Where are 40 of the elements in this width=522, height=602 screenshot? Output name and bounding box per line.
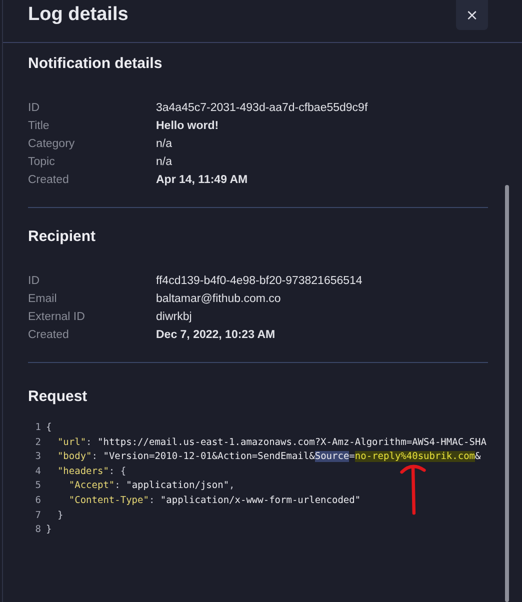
line-number: 5: [34, 479, 41, 494]
section-title: Notification details: [28, 55, 164, 72]
code-line: "Content-Type": "application/x-www-form-urlencoded": [68, 494, 361, 508]
field-label: ID: [28, 274, 40, 289]
line-number: 2: [34, 436, 41, 450]
field-label: External ID: [28, 310, 86, 325]
code-line: "url": "https://email.us-east-1.amazonaws.com?X-Amz-Algorithm=AWS4-HMAC-SHA: [56, 436, 486, 450]
field-label: ID: [28, 101, 40, 116]
code-line: }: [46, 523, 52, 538]
field-value: n/a: [156, 137, 173, 152]
field-value: ff4cd139-b4f0-4e98-bf20-973821656514: [156, 274, 364, 289]
section-title: Recipient: [28, 228, 97, 245]
line-number: 4: [34, 464, 41, 479]
field-label: Topic: [28, 155, 56, 170]
field-value: diwrkbj: [156, 310, 193, 325]
line-number: 1: [34, 421, 41, 435]
line-number: 7: [34, 508, 41, 523]
field-label: Category: [28, 137, 76, 152]
field-value: Hello word!: [156, 119, 220, 134]
line-number: 8: [34, 523, 41, 538]
field-label: Email: [28, 292, 58, 307]
field-value: Dec 7, 2022, 10:23 AM: [156, 328, 276, 343]
line-number: 3: [34, 450, 41, 464]
section-title: Request: [28, 388, 88, 405]
code-line: {: [46, 421, 52, 435]
code-line: "headers": {: [56, 464, 126, 479]
panel-title: Log details: [28, 4, 128, 26]
field-label: Created: [28, 173, 70, 188]
code-line: }: [56, 508, 64, 523]
field-value: baltamar@fithub.com.co: [156, 292, 282, 307]
close-button[interactable]: ×: [456, 0, 488, 30]
field-label: Created: [28, 328, 70, 343]
field-value: Apr 14, 11:49 AM: [156, 173, 249, 188]
code-line: "Accept": "application/json",: [68, 479, 235, 494]
line-number: 6: [34, 494, 41, 508]
code-line: "body": "Version=2010-12-01&Action=SendEmail&Source=no-reply%40subrik.com&: [56, 450, 481, 464]
field-value: n/a: [156, 155, 173, 170]
field-value: 3a4a45c7-2031-493d-aa7d-cfbae55d9c9f: [156, 101, 369, 116]
field-label: Title: [28, 119, 50, 134]
scrollbar-thumb[interactable]: [505, 185, 509, 602]
